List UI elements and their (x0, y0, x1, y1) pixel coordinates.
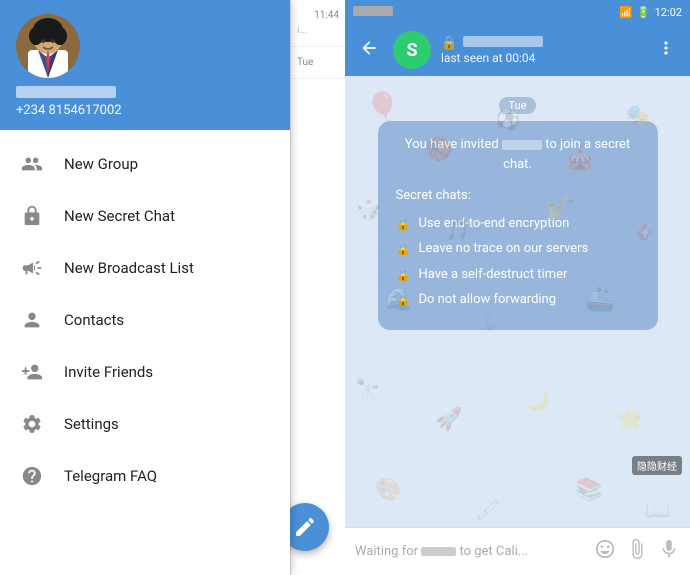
behind-time-1: 11:44 (297, 10, 339, 21)
chat-input-placeholder: Waiting for to get Cali... (355, 544, 586, 559)
drawer-phone: +234 8154617002 (16, 103, 274, 118)
header-lock-icon: 🔒 (441, 36, 457, 51)
status-right-right: 📶 🔋 12:02 (619, 6, 682, 19)
back-button[interactable] (355, 34, 383, 67)
section-title: Secret chats: (396, 186, 640, 206)
drawer-item-broadcast-label: New Broadcast List (64, 259, 194, 277)
mic-icon[interactable] (658, 538, 680, 565)
feature-text-3: Have a self-destruct timer (418, 265, 567, 285)
left-panel: 📶 📶 🔋 11:48 11:44 i... Tue (0, 0, 345, 575)
chat-avatar: S (393, 31, 431, 69)
svg-text:🌙: 🌙 (525, 388, 550, 412)
status-signal-icon: 📶 (619, 6, 633, 19)
drawer-item-new-group[interactable]: New Group (0, 138, 290, 190)
drawer-item-faq-label: Telegram FAQ (64, 467, 157, 485)
drawer-item-settings-label: Settings (64, 415, 119, 433)
chat-header-name (463, 36, 543, 47)
feature-text-2: Leave no trace on our servers (418, 239, 588, 259)
feature-lock-3: 🔒 (396, 266, 411, 284)
behind-chat-item-1: 11:44 i... (291, 0, 345, 47)
drawer-item-new-secret-chat-label: New Secret Chat (64, 207, 175, 225)
behind-label-2: Tue (297, 57, 339, 68)
drawer-item-invite-label: Invite Friends (64, 363, 153, 381)
settings-icon (20, 412, 44, 436)
group-icon (20, 152, 44, 176)
feature-item-2: 🔒 Leave no trace on our servers (396, 239, 640, 259)
feature-item-4: 🔒 Do not allow forwarding (396, 290, 640, 310)
status-right-carrier (353, 6, 393, 19)
contacts-icon (20, 308, 44, 332)
drawer-item-invite-friends[interactable]: Invite Friends (0, 346, 290, 398)
invite-text: You have invited to join a secret chat. (396, 135, 640, 174)
status-battery-right: 🔋 (637, 6, 651, 19)
invite-icon (20, 360, 44, 384)
attach-icon[interactable] (626, 538, 648, 565)
feature-item-1: 🔒 Use end-to-end encryption (396, 214, 640, 234)
chat-more-menu[interactable] (652, 34, 680, 67)
svg-text:🚀: 🚀 (435, 407, 462, 433)
chat-header-info: 🔒 last seen at 00:04 (441, 36, 642, 65)
drawer-item-new-broadcast[interactable]: New Broadcast List (0, 242, 290, 294)
behind-msg-1: i... (297, 25, 339, 36)
behind-drawer: 11:44 i... Tue (290, 0, 345, 575)
drawer-items-list: New Group New Secret Chat New Broadcast … (0, 130, 290, 575)
feature-item-3: 🔒 Have a self-destruct timer (396, 265, 640, 285)
feature-lock-4: 🔒 (396, 291, 411, 309)
feature-text-1: Use end-to-end encryption (418, 214, 569, 234)
svg-text:📖: 📖 (645, 498, 670, 522)
chat-input-icons (594, 538, 680, 565)
feature-text-4: Do not allow forwarding (418, 290, 556, 310)
chat-name-row: 🔒 (441, 36, 642, 51)
drawer-header: +234 8154617002 (0, 0, 290, 130)
status-time-right: 12:02 (655, 6, 682, 19)
drawer-item-faq[interactable]: Telegram FAQ (0, 450, 290, 502)
drawer-item-new-group-label: New Group (64, 155, 138, 173)
status-bar-right: 📶 🔋 12:02 (345, 0, 690, 24)
behind-chat-item-2: Tue (291, 47, 345, 79)
broadcast-icon (20, 256, 44, 280)
svg-text:⭐: ⭐ (615, 405, 645, 433)
chat-header: S 🔒 last seen at 00:04 (345, 24, 690, 76)
drawer-profile-name (16, 86, 116, 98)
drawer-menu: +234 8154617002 New Group New Secret Ch (0, 0, 290, 575)
lock-icon (20, 204, 44, 228)
drawer-item-settings[interactable]: Settings (0, 398, 290, 450)
chat-body: 🎈 🏀 ⚽ 🎪 🎭 🎲 🎵 🎷 🎸 🌊 ⚓ 🚢 🔭 🚀 🌙 ⭐ 🎨 🖌 📚 (345, 76, 690, 527)
drawer-item-contacts-label: Contacts (64, 311, 124, 329)
day-label: Tue (355, 94, 680, 113)
chat-input-area: Waiting for to get Cali... (345, 527, 690, 575)
drawer-item-contacts[interactable]: Contacts (0, 294, 290, 346)
feature-lock-1: 🔒 (396, 215, 411, 233)
chat-header-status: last seen at 00:04 (441, 51, 642, 65)
svg-text:🖌: 🖌 (475, 498, 500, 522)
svg-text:📚: 📚 (575, 477, 602, 503)
feature-lock-2: 🔒 (396, 240, 411, 258)
watermark: 隐隐财经 (632, 456, 682, 475)
drawer-avatar (16, 14, 80, 78)
drawer-item-new-secret-chat[interactable]: New Secret Chat (0, 190, 290, 242)
svg-text:🔭: 🔭 (355, 378, 380, 402)
svg-text:🎨: 🎨 (375, 476, 402, 503)
system-bubble: You have invited to join a secret chat. … (378, 121, 658, 330)
right-panel: 📶 🔋 12:02 S 🔒 last seen at 00:04 (345, 0, 690, 575)
faq-icon (20, 464, 44, 488)
emoji-icon[interactable] (594, 538, 616, 565)
